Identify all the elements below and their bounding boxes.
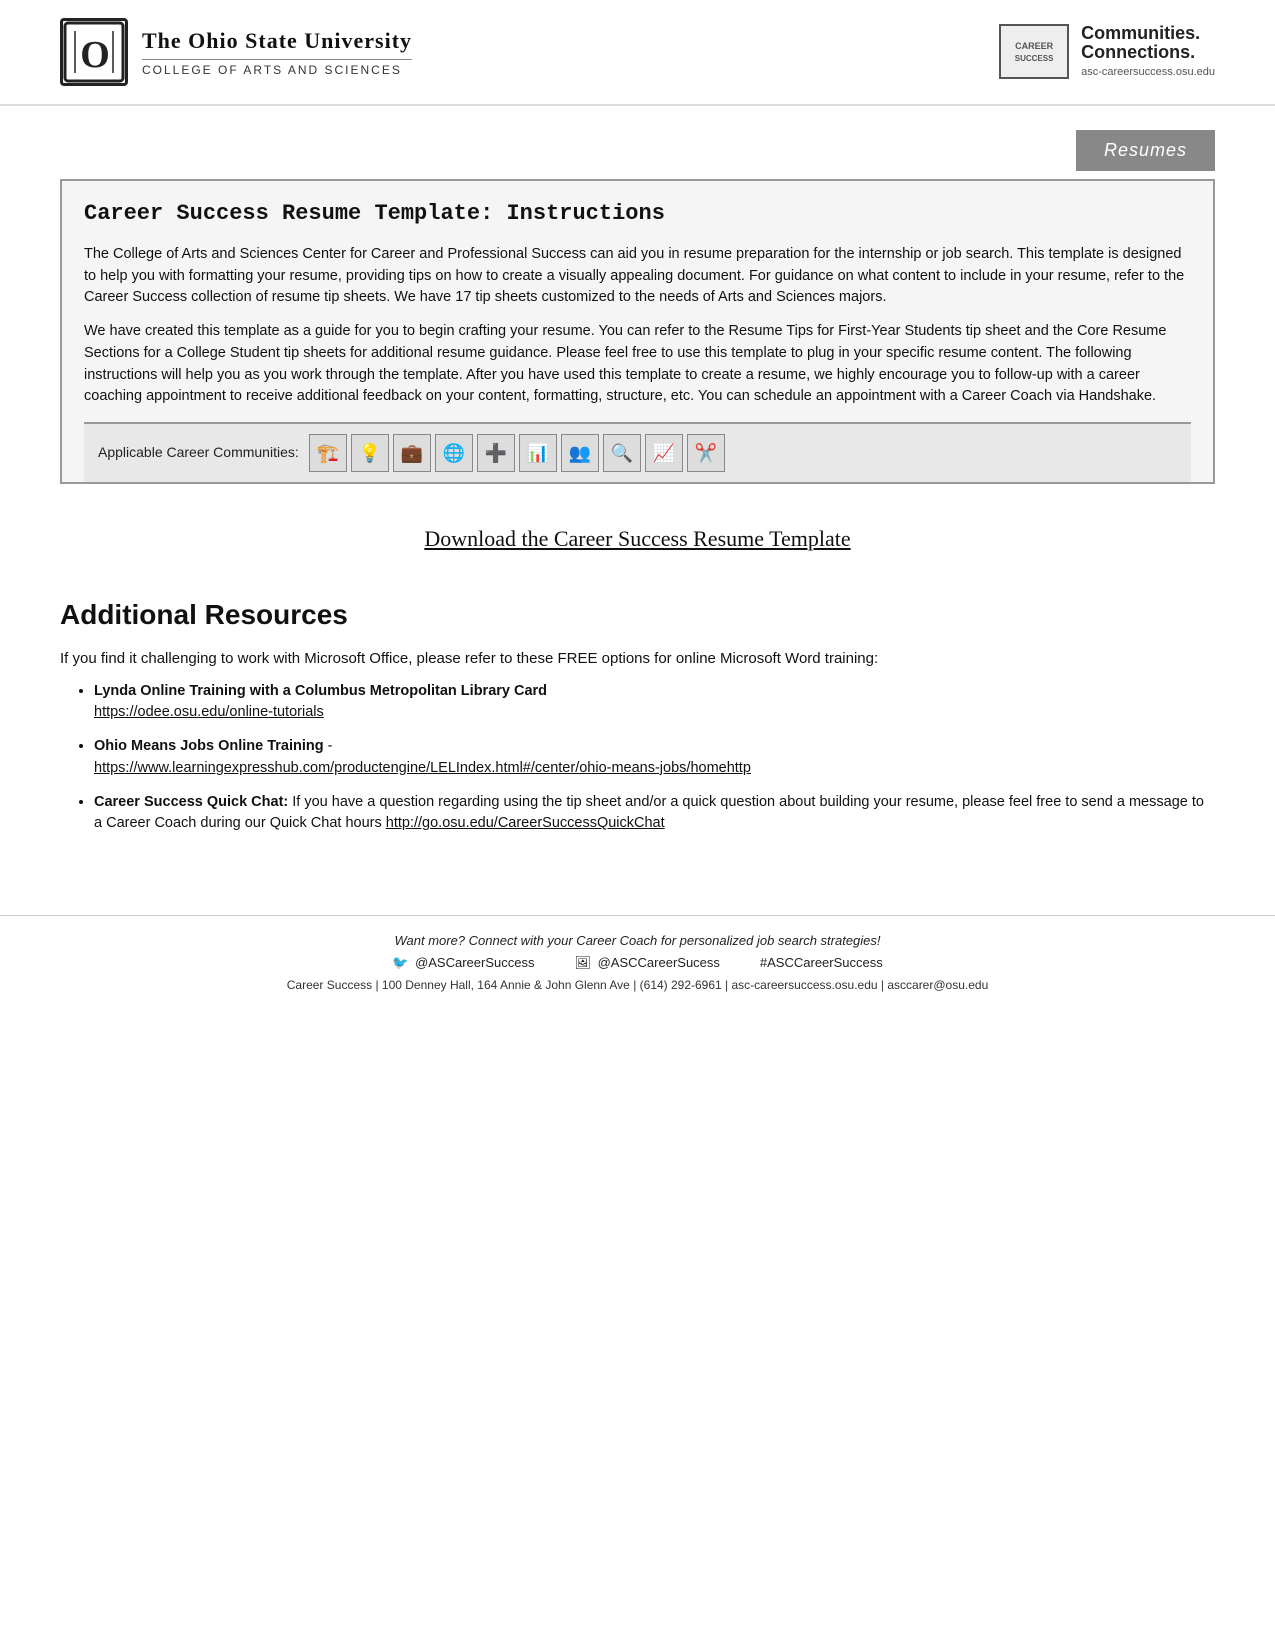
resource-lynda-url[interactable]: https://odee.osu.edu/online-tutorials — [94, 704, 324, 720]
page-header: O The Ohio State University College of A… — [0, 0, 1275, 106]
resource-lynda-title: Lynda Online Training with a Columbus Me… — [94, 683, 547, 699]
twitter-icon: 🐦 — [392, 955, 408, 970]
resource-item-quickchat: Career Success Quick Chat: If you have a… — [94, 792, 1215, 836]
career-icon-9: 📈 — [645, 434, 683, 472]
footer-hashtag: #ASCCareerSuccess — [760, 954, 883, 972]
resource-ohio-url[interactable]: https://www.learningexpresshub.com/produ… — [94, 760, 751, 776]
career-icon-6: 📊 — [519, 434, 557, 472]
main-box-body: The College of Arts and Sciences Center … — [84, 244, 1191, 408]
facebook-icon: 🖼 — [574, 955, 591, 970]
career-communities-label: Applicable Career Communities: — [98, 443, 299, 463]
logo-top: CAREER — [1015, 40, 1053, 53]
communities-block: Communities. Connections. asc-careersucc… — [1081, 24, 1215, 81]
resources-list: Lynda Online Training with a Columbus Me… — [60, 681, 1215, 836]
main-box-title: Career Success Resume Template: Instruct… — [84, 199, 1191, 230]
career-icon-3: 💼 — [393, 434, 431, 472]
career-icon-10: ✂️ — [687, 434, 725, 472]
resource-item-lynda: Lynda Online Training with a Columbus Me… — [94, 681, 1215, 725]
paragraph-1: The College of Arts and Sciences Center … — [84, 244, 1191, 309]
download-section: Download the Career Success Resume Templ… — [60, 524, 1215, 555]
facebook-handle: @ASCCareerSucess — [598, 955, 720, 970]
resumes-banner: Resumes — [0, 130, 1275, 171]
career-icon-8: 🔍 — [603, 434, 641, 472]
footer-tagline: Want more? Connect with your Career Coac… — [60, 932, 1215, 950]
page-footer: Want more? Connect with your Career Coac… — [0, 915, 1275, 1011]
footer-social: 🐦 @ASCareerSuccess 🖼 @ASCCareerSucess #A… — [60, 954, 1215, 972]
resumes-tag: Resumes — [1076, 130, 1215, 171]
header-left: O The Ohio State University College of A… — [60, 18, 412, 86]
resource-ohio-title: Ohio Means Jobs Online Training — [94, 738, 324, 754]
download-link[interactable]: Download the Career Success Resume Templ… — [424, 526, 850, 551]
resource-item-ohio: Ohio Means Jobs Online Training - https:… — [94, 736, 1215, 780]
resource-quickchat-url[interactable]: http://go.osu.edu/CareerSuccessQuickChat — [386, 815, 665, 831]
asc-url: asc-careersuccess.osu.edu — [1081, 65, 1215, 80]
resource-quickchat-title: Career Success Quick Chat: — [94, 794, 288, 810]
svg-text:O: O — [80, 34, 108, 76]
career-icon-2: 💡 — [351, 434, 389, 472]
communities-label: Communities. — [1081, 24, 1215, 44]
resource-ohio-dash: - — [328, 738, 333, 754]
main-content-box: Career Success Resume Template: Instruct… — [60, 179, 1215, 484]
footer-facebook: 🖼 @ASCCareerSucess — [574, 954, 719, 972]
career-icon-7: 👥 — [561, 434, 599, 472]
additional-resources-intro: If you find it challenging to work with … — [60, 648, 1215, 671]
college-name: College of Arts and Sciences — [142, 62, 412, 79]
career-icons: 🏗️ 💡 💼 🌐 ➕ 📊 👥 🔍 📈 ✂️ — [309, 434, 725, 472]
twitter-handle: @ASCareerSuccess — [415, 955, 534, 970]
university-title-block: The Ohio State University College of Art… — [142, 26, 412, 79]
connections-label: Connections. — [1081, 43, 1215, 63]
career-icon-5: ➕ — [477, 434, 515, 472]
university-name: The Ohio State University — [142, 26, 412, 60]
additional-resources-section: Additional Resources If you find it chal… — [60, 595, 1215, 835]
header-right: CAREER SUCCESS Communities. Connections.… — [999, 24, 1215, 81]
career-icon-1: 🏗️ — [309, 434, 347, 472]
career-communities-row: Applicable Career Communities: 🏗️ 💡 💼 🌐 … — [84, 422, 1191, 482]
career-success-logo: CAREER SUCCESS — [999, 24, 1069, 79]
footer-twitter: 🐦 @ASCareerSuccess — [392, 954, 534, 972]
logo-bottom: SUCCESS — [1015, 53, 1054, 64]
osu-logo: O — [60, 18, 128, 86]
paragraph-2: We have created this template as a guide… — [84, 321, 1191, 408]
footer-address: Career Success | 100 Denney Hall, 164 An… — [60, 977, 1215, 994]
career-icon-4: 🌐 — [435, 434, 473, 472]
additional-resources-title: Additional Resources — [60, 595, 1215, 634]
